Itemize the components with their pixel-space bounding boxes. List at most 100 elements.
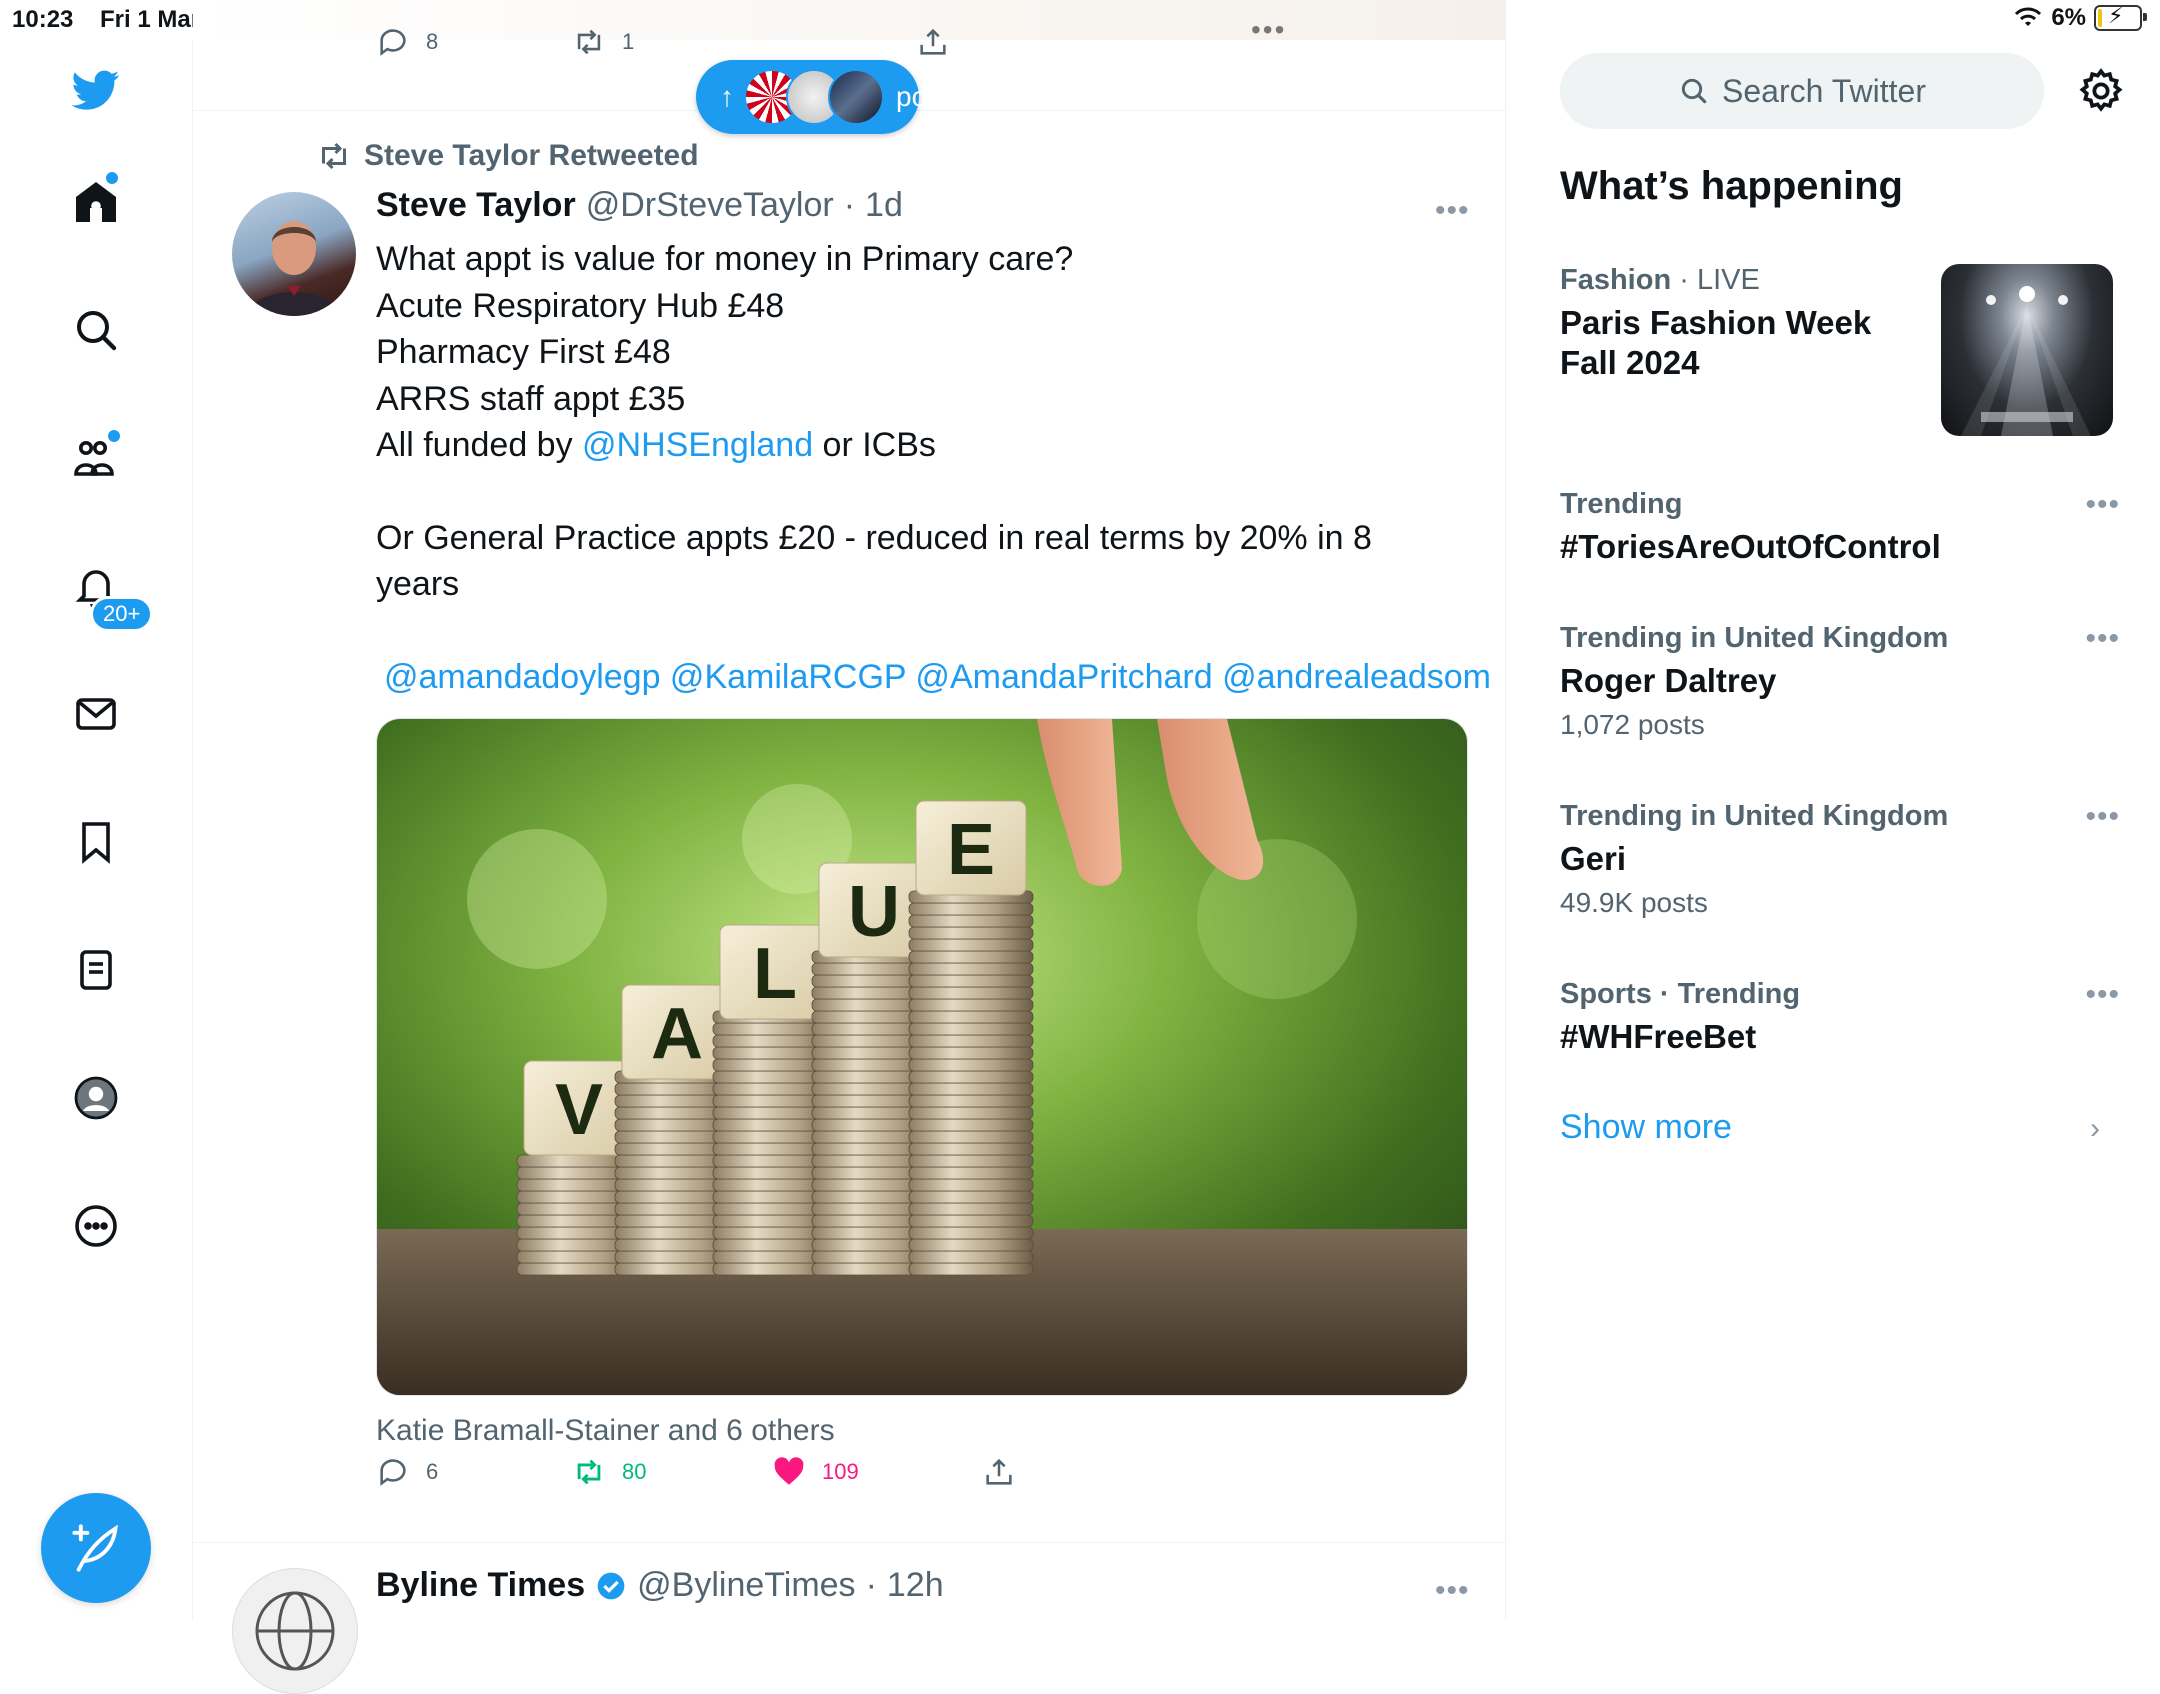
trend-more-icon[interactable]: ••• bbox=[2085, 978, 2120, 1012]
profile-icon[interactable] bbox=[60, 1062, 132, 1134]
heart-icon bbox=[774, 1457, 804, 1485]
more-options-icon[interactable] bbox=[60, 1190, 132, 1262]
block-letter: L bbox=[753, 934, 797, 1014]
reply-icon bbox=[380, 29, 406, 56]
tweet-image[interactable]: VALUE bbox=[376, 718, 1468, 1396]
lists-icon[interactable] bbox=[60, 934, 132, 1006]
messages-icon[interactable] bbox=[60, 678, 132, 750]
communities-icon[interactable] bbox=[60, 422, 132, 494]
chevron-right-icon: › bbox=[2090, 1112, 2100, 1145]
prev-share-button[interactable] bbox=[916, 25, 950, 59]
mention-link[interactable]: @NHSEngland bbox=[582, 426, 813, 464]
trend-item-fashion[interactable]: Fashion · LIVE Paris Fashion Week Fall 20… bbox=[1560, 264, 1940, 383]
show-more-link[interactable]: Show more bbox=[1560, 1108, 1732, 1147]
bookmarks-icon[interactable] bbox=[60, 806, 132, 878]
trend-title: Paris Fashion Week bbox=[1560, 304, 1872, 341]
status-time: 10:23 bbox=[12, 6, 74, 33]
reply-icon bbox=[380, 1459, 406, 1486]
tweet-line: ARRS staff appt £35 bbox=[376, 379, 686, 418]
author-name[interactable]: Steve Taylor bbox=[376, 186, 576, 225]
block-letter: U bbox=[848, 872, 900, 952]
retweet-context[interactable]: Steve Taylor Retweeted bbox=[316, 138, 699, 174]
settings-gear-icon[interactable] bbox=[2076, 66, 2126, 116]
trend-more-icon[interactable]: ••• bbox=[2085, 488, 2120, 522]
whats-happening-heading: What’s happening bbox=[1560, 164, 1903, 208]
twitter-logo-icon[interactable] bbox=[60, 54, 132, 126]
explore-search-icon[interactable] bbox=[60, 294, 132, 366]
tweet-line: What appt is value for money in Primary … bbox=[376, 240, 1074, 278]
tweet-text: What appt is value for money in Primary … bbox=[376, 236, 1491, 701]
like-button[interactable]: 109 bbox=[772, 1455, 859, 1489]
trend-title: Geri bbox=[1560, 840, 1627, 877]
retweet-count: 80 bbox=[622, 1459, 647, 1484]
app-menu-dots-icon[interactable]: ••• bbox=[1251, 14, 1286, 46]
search-placeholder: Search Twitter bbox=[1722, 72, 1926, 109]
timeline: ••• 8 1 ↑ posted Steve Taylor Retweeted bbox=[193, 0, 1506, 1694]
next-tweet-header: Byline Times @BylineTimes · 12h bbox=[376, 1566, 944, 1605]
prev-reply-button[interactable]: 8 bbox=[376, 25, 438, 59]
byline-avatar[interactable] bbox=[232, 1568, 358, 1694]
trend-context: Trending in United Kingdom bbox=[1560, 622, 1949, 654]
trend-item[interactable]: Trending #ToriesAreOutOfControl ••• bbox=[1560, 488, 2120, 567]
next-author-name[interactable]: Byline Times bbox=[376, 1566, 585, 1605]
trend-title: #WHFreeBet bbox=[1560, 1018, 1757, 1055]
trend-category: Fashion bbox=[1560, 264, 1672, 296]
mentions-links[interactable]: @amandadoylegp @KamilaRCGP @AmandaPritch… bbox=[376, 654, 1491, 701]
tweet-line: Pharmacy First £48 bbox=[376, 333, 671, 371]
retweet-icon bbox=[577, 1459, 601, 1485]
notifications-badge: 20+ bbox=[90, 596, 154, 632]
trend-count: 1,072 posts bbox=[1560, 709, 1705, 740]
share-icon bbox=[920, 28, 946, 55]
author-handle[interactable]: @DrSteveTaylor bbox=[586, 186, 834, 225]
tweet-time[interactable]: 1d bbox=[865, 186, 903, 225]
trend-count: 49.9K posts bbox=[1560, 887, 1708, 918]
prev-reply-count: 8 bbox=[426, 29, 439, 54]
tweet-line: Acute Respiratory Hub £48 bbox=[376, 286, 785, 325]
tweet-more-icon[interactable]: ••• bbox=[1435, 194, 1470, 228]
trend-context: Trending bbox=[1560, 488, 1683, 520]
trend-more-icon[interactable]: ••• bbox=[2085, 800, 2120, 834]
author-avatar[interactable] bbox=[232, 192, 356, 316]
prev-retweet-button[interactable]: 1 bbox=[572, 25, 634, 59]
retweet-button[interactable]: 80 bbox=[572, 1455, 646, 1489]
trend-item[interactable]: Trending in United Kingdom Roger Daltrey… bbox=[1560, 622, 2120, 741]
tweet-line: Or General Practice appts £20 - reduced … bbox=[376, 518, 1372, 557]
fashion-week-thumbnail[interactable] bbox=[1941, 264, 2113, 436]
share-icon bbox=[986, 1458, 1012, 1485]
prev-retweet-count: 1 bbox=[622, 29, 635, 54]
tweet-header: Steve Taylor @DrSteveTaylor · 1d bbox=[376, 186, 903, 225]
next-tweet-time[interactable]: 12h bbox=[887, 1566, 944, 1605]
trend-item[interactable]: Trending in United Kingdom Geri 49.9K po… bbox=[1560, 800, 2120, 919]
new-posts-pill[interactable]: ↑ posted bbox=[696, 60, 980, 134]
trend-context: Trending in United Kingdom bbox=[1560, 800, 1949, 832]
compose-tweet-button[interactable] bbox=[41, 1493, 151, 1603]
search-icon bbox=[1681, 78, 1707, 104]
retweeted-by-label: Steve Taylor Retweeted bbox=[364, 139, 699, 172]
share-button[interactable] bbox=[982, 1455, 1016, 1489]
next-tweet-more-icon[interactable]: ••• bbox=[1435, 1574, 1470, 1608]
trend-title: Roger Daltrey bbox=[1560, 662, 1777, 699]
retweet-icon bbox=[322, 142, 346, 170]
trend-title: #ToriesAreOutOfControl bbox=[1560, 528, 1941, 565]
tweet-line: All funded by @NHSEngland or ICBs bbox=[376, 426, 936, 464]
trend-more-icon[interactable]: ••• bbox=[2085, 622, 2120, 656]
left-navigation: 20+ bbox=[0, 40, 193, 1620]
status-date: Fri 1 Mar bbox=[100, 6, 201, 33]
home-icon[interactable] bbox=[60, 166, 132, 238]
reply-button[interactable]: 6 bbox=[376, 1455, 438, 1489]
tweet-line: years bbox=[376, 565, 460, 603]
block-letter: A bbox=[651, 994, 703, 1074]
block-letter: V bbox=[555, 1070, 603, 1150]
like-count: 109 bbox=[822, 1459, 859, 1484]
liked-by-text[interactable]: Katie Bramall-Stainer and 6 others bbox=[376, 1414, 835, 1448]
compose-feather-icon bbox=[72, 1524, 118, 1572]
pill-label: posted bbox=[896, 81, 981, 112]
trend-context: Sports · Trending bbox=[1560, 978, 1801, 1010]
trend-item[interactable]: Sports · Trending #WHFreeBet ••• bbox=[1560, 978, 2120, 1057]
reply-count: 6 bbox=[426, 1459, 439, 1484]
block-letter: E bbox=[947, 810, 995, 890]
search-input[interactable]: Search Twitter bbox=[1560, 53, 2044, 129]
arrow-up-icon: ↑ bbox=[720, 81, 734, 112]
retweet-icon bbox=[577, 29, 601, 55]
next-author-handle[interactable]: @BylineTimes bbox=[637, 1566, 855, 1605]
